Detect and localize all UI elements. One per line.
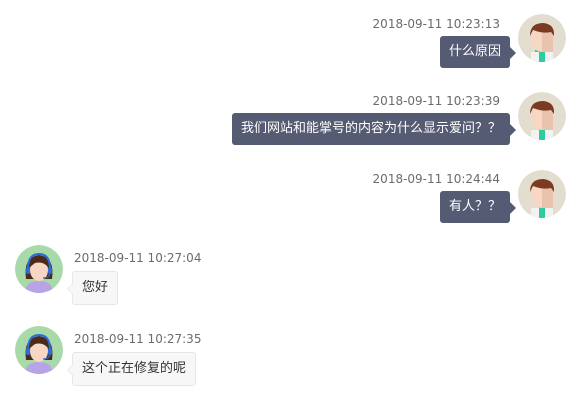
message-bubble: 您好 [66, 271, 119, 305]
message-bubble: 这个正在修复的呢 [66, 352, 197, 386]
user-avatar-icon[interactable] [518, 92, 566, 140]
chat-window: 2018-09-11 10:23:13 什么原因 2018-09-11 10:2… [0, 0, 575, 408]
message-timestamp: 2018-09-11 10:24:44 [372, 172, 500, 186]
message-timestamp: 2018-09-11 10:23:39 [372, 94, 500, 108]
user-avatar-icon[interactable] [518, 14, 566, 62]
message-timestamp: 2018-09-11 10:23:13 [372, 17, 500, 31]
agent-avatar-icon[interactable] [15, 326, 63, 374]
message-timestamp: 2018-09-11 10:27:35 [74, 332, 202, 346]
message-timestamp: 2018-09-11 10:27:04 [74, 251, 202, 265]
message-bubble: 有人？？ [439, 191, 517, 223]
message-bubble: 我们网站和能掌号的内容为什么显示爱问？？ [231, 113, 517, 145]
message-bubble: 什么原因 [439, 36, 517, 68]
user-avatar-icon[interactable] [518, 170, 566, 218]
agent-avatar-icon[interactable] [15, 245, 63, 293]
